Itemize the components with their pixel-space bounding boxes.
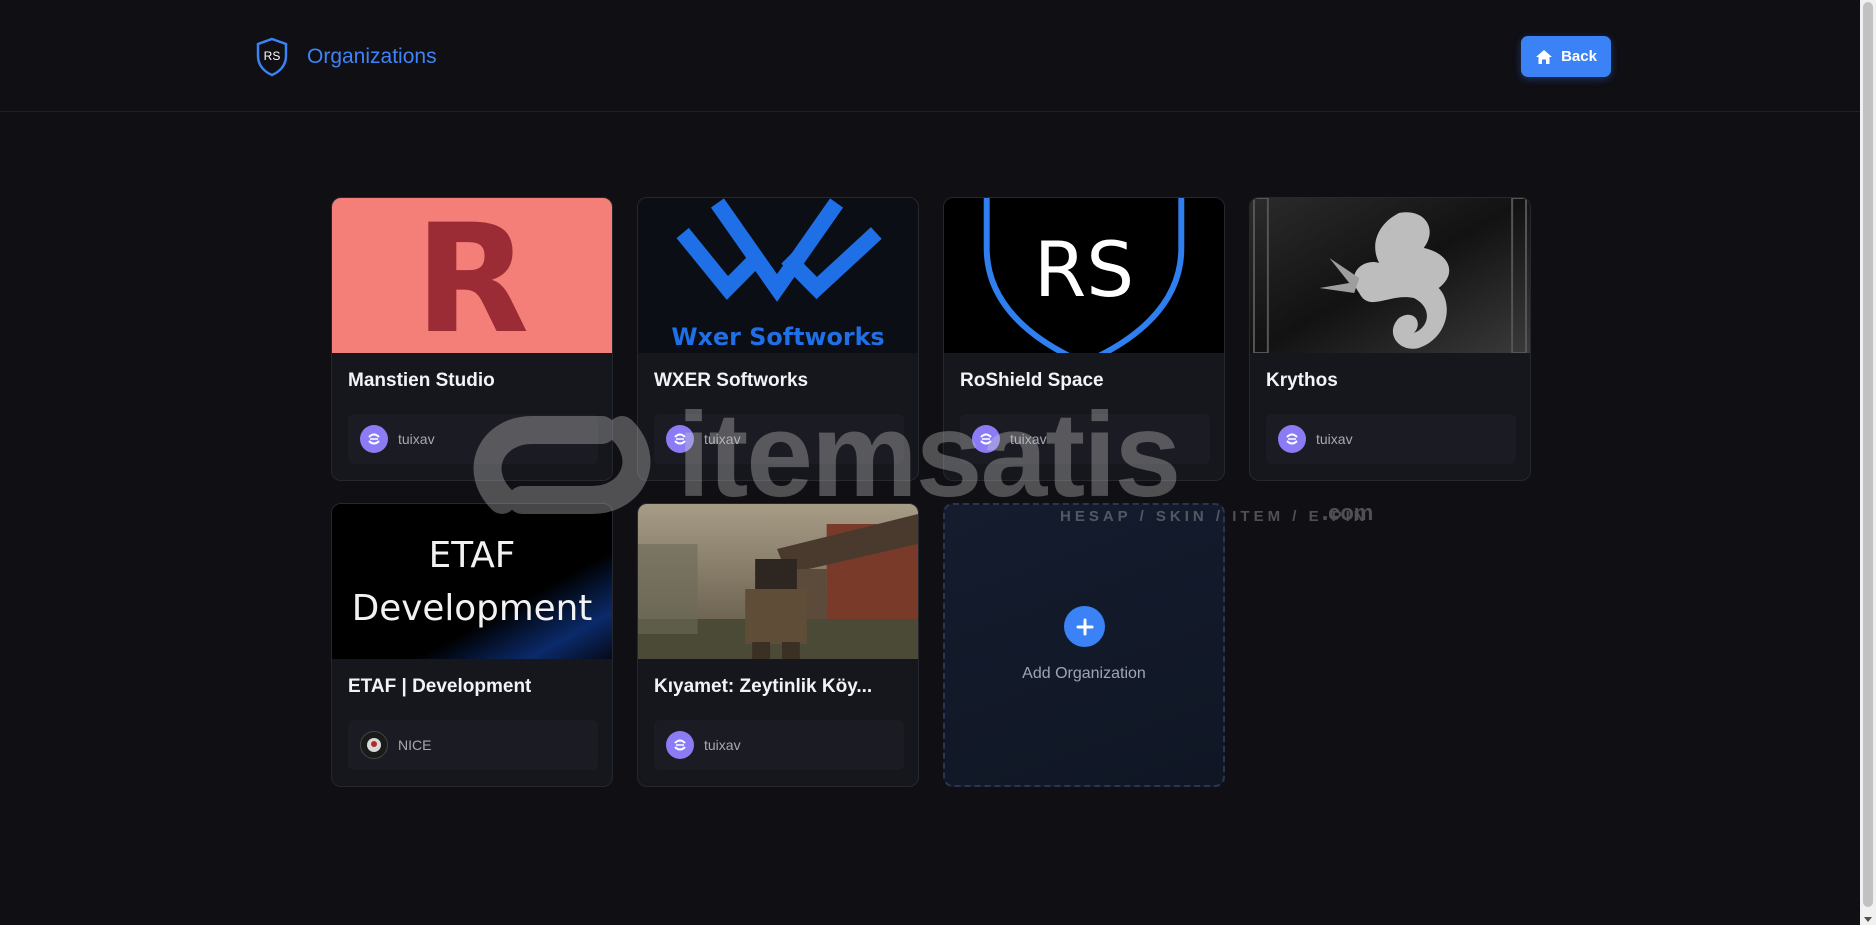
avatar <box>972 425 1000 453</box>
org-image <box>1250 198 1530 353</box>
avatar <box>1278 425 1306 453</box>
scroll-down-arrow-icon[interactable] <box>1864 917 1872 922</box>
org-image: RS <box>944 198 1224 353</box>
org-owner: tuixav <box>348 414 598 464</box>
org-card-wxer-softworks[interactable]: Wxer Softworks WXER Softworks tuixav <box>637 197 919 481</box>
owner-name: tuixav <box>704 737 741 753</box>
plus-icon <box>1064 606 1105 647</box>
svg-text:Wxer Softworks: Wxer Softworks <box>671 323 884 351</box>
watermark-domain: .com <box>1322 500 1374 525</box>
avatar <box>666 425 694 453</box>
svg-text:Development: Development <box>352 588 593 629</box>
org-card-kiyamet-zeytinlik[interactable]: Kıyamet: Zeytinlik Köy... tuixav <box>637 503 919 787</box>
vertical-scrollbar[interactable] <box>1860 0 1876 925</box>
back-button-label: Back <box>1561 48 1597 65</box>
org-image: Wxer Softworks <box>638 198 918 353</box>
org-card-roshield-space[interactable]: RS RoShield Space tuixav <box>943 197 1225 481</box>
page-title: Organizations <box>307 45 437 68</box>
org-owner: NICE <box>348 720 598 770</box>
org-name: ETAF | Development <box>348 676 532 697</box>
back-button[interactable]: Back <box>1521 36 1611 77</box>
avatar <box>360 425 388 453</box>
org-image: R <box>332 198 612 353</box>
org-name: Krythos <box>1266 370 1338 391</box>
avatar <box>360 731 388 759</box>
add-organization-card[interactable]: Add Organization <box>943 503 1225 787</box>
top-header: RS Organizations Back <box>0 0 1860 112</box>
shield-logo-icon: RS <box>256 37 288 77</box>
org-card-manstien-studio[interactable]: R Manstien Studio tuixav <box>331 197 613 481</box>
org-image <box>638 504 918 659</box>
org-owner: tuixav <box>1266 414 1516 464</box>
svg-text:RS: RS <box>264 49 281 63</box>
add-organization-label: Add Organization <box>1022 665 1146 682</box>
home-icon <box>1536 49 1553 64</box>
owner-name: NICE <box>398 737 432 753</box>
org-name: WXER Softworks <box>654 370 809 391</box>
org-name: Kıyamet: Zeytinlik Köy... <box>654 676 873 697</box>
org-name: Manstien Studio <box>348 370 495 391</box>
avatar <box>666 731 694 759</box>
org-card-krythos[interactable]: Krythos tuixav <box>1249 197 1531 481</box>
org-name: RoShield Space <box>960 370 1104 391</box>
brand: RS Organizations <box>255 37 437 77</box>
svg-text:ETAF: ETAF <box>429 535 516 576</box>
org-owner: tuixav <box>654 720 904 770</box>
owner-name: tuixav <box>1316 431 1353 447</box>
org-owner: tuixav <box>654 414 904 464</box>
svg-text:RS: RS <box>1034 226 1134 314</box>
svg-text:R: R <box>415 198 530 353</box>
org-image: ETAF Development <box>332 504 612 659</box>
owner-name: tuixav <box>704 431 741 447</box>
owner-name: tuixav <box>1010 431 1047 447</box>
org-owner: tuixav <box>960 414 1210 464</box>
owner-name: tuixav <box>398 431 435 447</box>
scrollbar-thumb[interactable] <box>1863 2 1873 907</box>
org-card-etaf-development[interactable]: ETAF Development ETAF | Development NICE <box>331 503 613 787</box>
